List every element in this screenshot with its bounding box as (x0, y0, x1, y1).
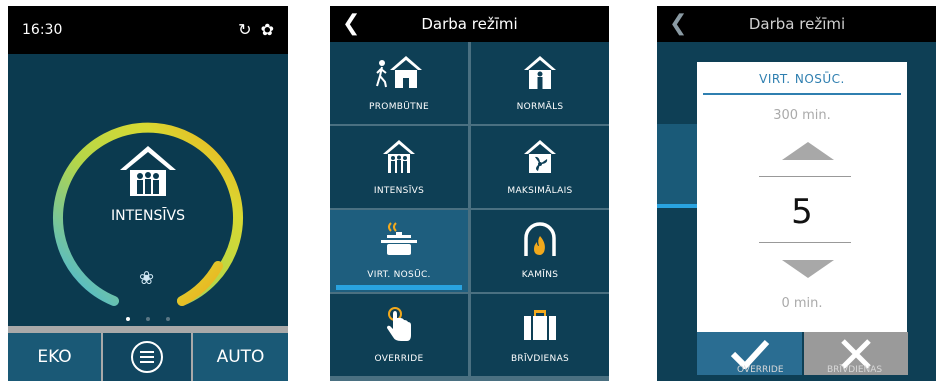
tile-virt-nosuc[interactable]: VIRT. NOSŪC. (330, 210, 468, 292)
home-person-icon (471, 50, 609, 94)
clock: 16:30 (22, 22, 63, 38)
page-dot[interactable] (146, 317, 150, 321)
tile-label: PROMBŪTNE (369, 102, 429, 112)
decrease-arrow-icon[interactable] (782, 260, 834, 278)
mode-label: INTENSĪVS (111, 208, 185, 224)
max-value-label: 300 min. (773, 108, 831, 123)
refresh-icon[interactable]: ↻ (238, 20, 253, 39)
increase-arrow-icon[interactable] (782, 142, 834, 160)
tile-kamins[interactable]: KAMĪNS (471, 210, 609, 292)
cooking-pot-icon (330, 218, 468, 262)
title-bar: ❮ Darba režīmi (657, 6, 936, 42)
page-dot[interactable] (166, 317, 170, 321)
eko-button[interactable]: EKO (8, 333, 101, 381)
tile-brivdienas[interactable]: BRĪVDIENAS (471, 294, 609, 376)
min-value-label: 0 min. (781, 296, 823, 311)
fan-icon[interactable]: ✿ (261, 20, 276, 39)
page-dot[interactable] (126, 317, 130, 321)
tile-prombutne[interactable]: PROMBŪTNE (330, 42, 468, 124)
tile-label: VIRT. NOSŪC. (367, 270, 431, 280)
page-title: Darba režīmi (748, 15, 846, 33)
hand-pointer-icon (330, 302, 468, 346)
home-screen: 16:30 ↻ ✿ INTENSĪVS ❀ EKO AUTO (8, 6, 288, 381)
tile-override[interactable]: OVERRIDE (330, 294, 468, 376)
modes-screen: ❮ Darba režīmi PROMBŪTNE NORMĀLS INTENSĪ… (330, 6, 609, 381)
home-family-icon (330, 134, 468, 178)
tile-label: INTENSĪVS (373, 186, 425, 196)
tile-label: MAKSIMĀLAIS (507, 186, 573, 196)
away-icon (330, 50, 468, 94)
home-family-icon (120, 146, 176, 196)
timer-value[interactable]: 5 (697, 192, 907, 232)
tile-label: KAMĪNS (521, 270, 559, 280)
bottom-bar: EKO AUTO (8, 326, 288, 381)
auto-button[interactable]: AUTO (193, 333, 288, 381)
tile-label: BRĪVDIENAS (510, 354, 570, 364)
menu-button[interactable] (103, 333, 191, 381)
tile-label: OVERRIDE (374, 354, 424, 364)
suitcase-icon (471, 302, 609, 346)
fan-icon: ❀ (139, 268, 155, 289)
menu-icon (131, 341, 163, 373)
timer-screen: ❮ Darba režīmi VIRT. NOSŪC. 300 min. 5 0… (657, 6, 936, 381)
check-icon (730, 339, 769, 369)
status-icons: ↻ ✿ (238, 20, 276, 39)
tile-intensivs[interactable]: INTENSĪVS (330, 126, 468, 208)
status-bar: 16:30 ↻ ✿ (8, 6, 288, 54)
page-title: Darba režīmi (421, 15, 518, 33)
home-fan-icon (471, 134, 609, 178)
mode-grid: PROMBŪTNE NORMĀLS INTENSĪVS MAKSIMĀLAIS … (330, 42, 609, 381)
tile-label: NORMĀLS (516, 102, 564, 112)
dialog-divider (703, 93, 901, 95)
tile-maksimalais[interactable]: MAKSIMĀLAIS (471, 126, 609, 208)
value-divider-top (759, 176, 851, 177)
value-divider-bottom (759, 242, 851, 243)
fireplace-icon (471, 218, 609, 262)
underlying-tile-label: BRĪVDIENAS (827, 365, 883, 375)
page-indicator (8, 306, 288, 325)
dialog-title: VIRT. NOSŪC. (759, 72, 845, 86)
title-bar: ❮ Darba režīmi (330, 6, 609, 42)
tile-normals[interactable]: NORMĀLS (471, 42, 609, 124)
underlying-tile-label: OVERRIDE (737, 365, 784, 375)
selection-indicator (336, 285, 462, 290)
timer-dialog: VIRT. NOSŪC. 300 min. 5 0 min. (697, 62, 907, 332)
